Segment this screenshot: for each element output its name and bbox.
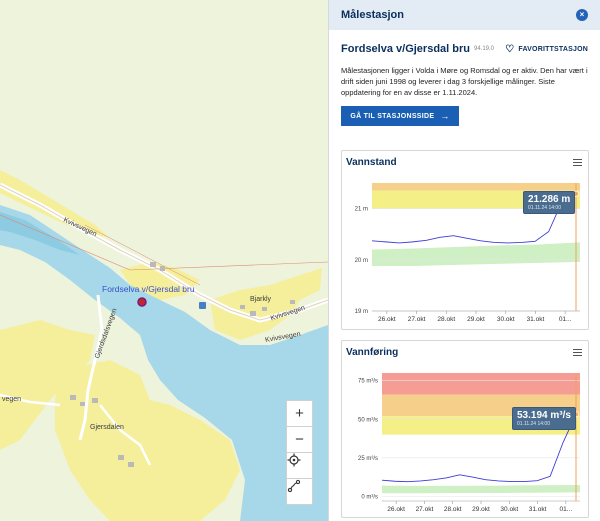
station-panel: Målestasjon × Fordselva v/Gjersdal bru 9… [328,0,600,521]
x-tick-label: 28.okt [437,316,455,323]
road-label: vegen [2,396,22,403]
x-tick-label: 30.okt [497,316,515,323]
arrow-right-icon: → [440,111,450,121]
normal-range-area [382,484,580,494]
zoom-in-button[interactable]: + [286,400,313,427]
y-tick-label: 50 m³/s [358,417,378,423]
tooltip-time: 01.11.24 14:00 [528,205,561,211]
measure-button[interactable] [286,478,313,505]
menu-icon[interactable] [573,159,582,167]
x-tick-label: 31.okt [529,506,547,513]
favorite-label: FAVORITTSTASJON [518,45,588,53]
discharge-chart-card: 75 m³/s 50 m³/s 25 m³/s 0 m³/s 26.okt 27.okt 2… [341,340,589,518]
favorite-button[interactable]: ♡ FAVORITTSTASJON [505,44,588,55]
panel-title: Målestasjon [341,9,404,21]
crosshair-icon [287,453,301,467]
station-name: Fordselva v/Gjersdal bru [341,43,470,55]
menu-icon[interactable] [573,349,582,357]
station-id: 94.19.0 [474,46,495,52]
water-level-chart-card: 21 m 20 m 19 m 26.okt 27.okt 28.okt 29.okt 30.o… [341,150,589,330]
map-canvas [0,170,328,521]
x-tick-label: 01... [560,506,573,513]
x-tick-label: 29.okt [472,506,490,513]
place-label: Bjarkly [250,296,272,303]
y-tick-label: 25 m³/s [358,456,378,462]
discharge-chart: 75 m³/s 50 m³/s 25 m³/s 0 m³/s 26.okt 27.okt 2… [358,373,580,513]
y-tick-label: 0 m³/s [361,494,378,500]
y-tick-label: 19 m [355,309,368,315]
heart-icon: ♡ [505,43,515,55]
close-icon[interactable]: × [576,9,588,21]
y-tick-label: 21 m [355,207,368,213]
go-to-station-button[interactable]: GÅ TIL STASJONSSIDE → [341,106,459,126]
chart-title: Vannstand [346,157,397,168]
x-tick-label: 29.okt [467,316,485,323]
x-tick-label: 27.okt [416,506,434,513]
tooltip-value: 21.286 m [528,194,571,205]
chart-tooltip: 21.286 m 01.11.24 14:00 [523,191,576,214]
locate-button[interactable] [286,452,313,479]
threshold-band [372,183,580,191]
x-tick-label: 26.okt [387,506,405,513]
x-tick-label: 01... [559,316,572,323]
x-tick-label: 28.okt [444,506,462,513]
station-map-label[interactable]: Fordselva v/Gjersdal bru [102,284,195,294]
y-tick-label: 20 m [355,258,368,264]
map-view[interactable]: Kvivsvegen Kvivsvegen Kvivsvegen Gjerdsd… [0,0,328,521]
y-tick-label: 75 m³/s [358,379,378,385]
measure-icon [287,479,301,493]
x-tick-label: 26.okt [378,316,396,323]
chart-title: Vannføring [346,347,399,358]
water-level-chart: 21 m 20 m 19 m 26.okt 27.okt 28.okt 29.okt 30.o… [355,183,580,323]
threshold-band [382,373,580,395]
tooltip-time: 01.11.24 14:00 [517,421,550,427]
x-tick-label: 30.okt [500,506,518,513]
station-header: Fordselva v/Gjersdal bru 94.19.0 ♡ FAVOR… [329,30,600,55]
zoom-out-button[interactable]: − [286,426,313,453]
tooltip-value: 53.194 m³/s [517,410,571,421]
normal-range-area [372,242,580,266]
station-description: Målestasjonen ligger i Volda i Møre og R… [341,66,588,97]
place-label: Gjersdalen [90,424,124,431]
x-tick-label: 31.okt [527,316,545,323]
chart-tooltip: 53.194 m³/s 01.11.24 14:00 [512,407,576,430]
panel-header: Målestasjon × [329,0,600,30]
go-to-station-label: GÅ TIL STASJONSSIDE [350,112,435,120]
x-tick-label: 27.okt [408,316,426,323]
